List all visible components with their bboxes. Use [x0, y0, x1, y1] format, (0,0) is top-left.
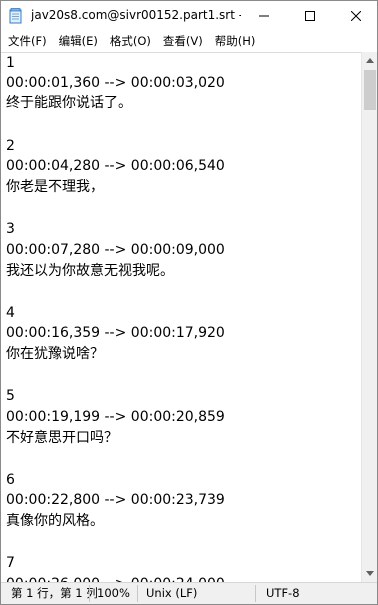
status-divider [89, 585, 90, 602]
editor-line: 00:00:16,359 --> 00:00:17,920 [6, 325, 225, 341]
menu-bar: 文件(F) 编辑(E) 格式(O) 查看(V) 帮助(H) [1, 31, 377, 51]
minimize-icon [259, 15, 269, 17]
editor-line: 7 [6, 555, 15, 571]
menu-format[interactable]: 格式(O) [104, 31, 157, 51]
encoding: UTF-8 [266, 586, 300, 600]
editor-line: 1 [6, 55, 15, 71]
status-bar: 第 1 行，第 1 列 100% Unix (LF) UTF-8 [1, 582, 377, 604]
scroll-down-button[interactable] [362, 565, 378, 582]
editor-line: 6 [6, 472, 15, 488]
minimize-button[interactable] [241, 1, 287, 31]
editor-line: 你在犹豫说啥？ [6, 346, 104, 362]
editor-line: 00:00:01,360 --> 00:00:03,020 [6, 75, 225, 91]
editor-line: 真像你的风格。 [6, 513, 104, 529]
editor-line: 5 [6, 388, 15, 404]
scroll-up-button[interactable] [362, 52, 378, 69]
close-button[interactable] [333, 1, 378, 31]
editor-line: 00:00:04,280 --> 00:00:06,540 [6, 158, 225, 174]
editor-line: 00:00:19,199 --> 00:00:20,859 [6, 409, 225, 425]
editor-line: 你老是不理我， [6, 179, 104, 195]
menu-view[interactable]: 查看(V) [157, 31, 209, 51]
status-divider [255, 585, 256, 602]
vertical-scrollbar[interactable] [361, 52, 377, 582]
maximize-icon [305, 11, 315, 21]
editor-line: 终于能跟你说话了。 [6, 95, 132, 111]
notepad-icon [9, 8, 23, 24]
editor-line: 我还以为你故意无视我呢。 [6, 263, 174, 279]
close-icon [351, 11, 361, 21]
editor-line: 3 [6, 221, 15, 237]
status-divider [137, 585, 138, 602]
zoom-level: 100% [97, 586, 130, 600]
chevron-up-icon [366, 58, 374, 63]
cursor-position: 第 1 行，第 1 列 [11, 586, 98, 600]
menu-help[interactable]: 帮助(H) [209, 31, 262, 51]
menu-edit[interactable]: 编辑(E) [53, 31, 104, 51]
editor-line: 00:00:22,800 --> 00:00:23,739 [6, 492, 225, 508]
scroll-thumb[interactable] [364, 70, 376, 110]
editor-line: 00:00:07,280 --> 00:00:09,000 [6, 242, 225, 258]
text-editor[interactable]: 1 00:00:01,360 --> 00:00:03,020 终于能跟你说话了… [1, 52, 361, 583]
editor-line: 2 [6, 138, 15, 154]
title-bar[interactable]: jav20s8.com@sivr00152.part1.srt -... [1, 1, 377, 31]
line-ending: Unix (LF) [146, 586, 198, 600]
editor-line: 4 [6, 305, 15, 321]
maximize-button[interactable] [287, 1, 333, 31]
notepad-window: jav20s8.com@sivr00152.part1.srt -... 文件(… [0, 0, 378, 605]
window-title: jav20s8.com@sivr00152.part1.srt -... [31, 8, 241, 22]
menu-file[interactable]: 文件(F) [1, 31, 53, 51]
editor-line: 不好意思开口吗？ [6, 430, 118, 446]
chevron-down-icon [366, 571, 374, 576]
